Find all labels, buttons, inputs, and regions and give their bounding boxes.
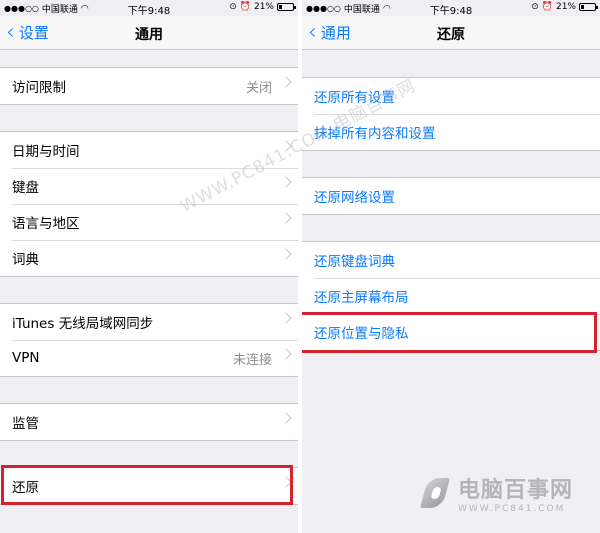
chevron-right-icon (280, 248, 292, 260)
battery-icon (579, 3, 598, 11)
logo-name: 电脑百事网 (458, 478, 574, 503)
row-value: 关闭 (245, 80, 272, 96)
chevron-right-icon (280, 476, 292, 488)
orientation-lock-icon: ⊙ (531, 2, 539, 12)
chevron-right-icon (280, 312, 292, 324)
row-reset-location-privacy[interactable]: 还原位置与隐私 (302, 314, 600, 350)
row-label: iTunes 无线局域网同步 (12, 316, 154, 332)
general-settings-screen: ●●●○○ 中国联通 ◠ 下午9:48 ⊙ ⏰ 21% ‹ 设置 通用 访问限制… (0, 0, 298, 533)
site-logo: 电脑百事网 WWW.PC841.COM (422, 472, 573, 514)
navigation-bar: ‹ 通用 还原 (302, 16, 600, 50)
battery-icon (277, 3, 296, 11)
row-reset-keyboard-dictionary[interactable]: 还原键盘词典 (302, 242, 600, 278)
group-reset: 还原 (0, 467, 298, 505)
orientation-lock-icon: ⊙ (229, 2, 237, 12)
page-title: 还原 (437, 27, 465, 43)
group-restrictions: 访问限制 关闭 (0, 67, 298, 105)
page-title: 通用 (135, 27, 163, 43)
row-label: 还原位置与隐私 (314, 326, 409, 342)
logo-icon (422, 474, 452, 512)
row-label: 监管 (12, 416, 39, 432)
row-label: 词典 (12, 252, 39, 268)
status-bar: ●●●○○ 中国联通 ◠ 下午9:48 ⊙ ⏰ 21% (0, 0, 298, 17)
alarm-icon: ⏰ (541, 2, 553, 12)
group-supervision: 监管 (0, 403, 298, 441)
group-reset-network: 还原网络设置 (302, 177, 600, 215)
row-label: 还原网络设置 (314, 190, 395, 206)
row-reset[interactable]: 还原 (0, 468, 298, 504)
chevron-right-icon (280, 412, 292, 424)
row-label: 还原键盘词典 (314, 254, 395, 270)
row-label: 还原主屏幕布局 (314, 290, 409, 306)
group-reset-other: 还原键盘词典 还原主屏幕布局 还原位置与隐私 (302, 241, 600, 351)
row-label: 访问限制 (12, 80, 66, 96)
row-dictionary[interactable]: 词典 (0, 240, 298, 276)
row-label: 还原 (12, 480, 39, 496)
row-label: VPN (12, 350, 40, 366)
logo-url: WWW.PC841.COM (458, 504, 566, 514)
chevron-right-icon (280, 176, 292, 188)
row-label: 语言与地区 (12, 216, 80, 232)
status-bar: ●●●○○ 中国联通 ◠ 下午9:48 ⊙ ⏰ 21% (302, 0, 600, 17)
row-vpn[interactable]: VPN 未连接 (0, 340, 298, 376)
battery-percent: 21% (555, 2, 576, 12)
row-reset-network-settings[interactable]: 还原网络设置 (302, 178, 600, 214)
chevron-right-icon (280, 212, 292, 224)
chevron-right-icon (280, 76, 292, 88)
row-label: 日期与时间 (12, 144, 80, 160)
row-supervision[interactable]: 监管 (0, 404, 298, 440)
row-itunes-wifi-sync[interactable]: iTunes 无线局域网同步 (0, 304, 298, 340)
battery-percent: 21% (253, 2, 274, 12)
alarm-icon: ⏰ (239, 2, 251, 12)
reset-screen: ●●●○○ 中国联通 ◠ 下午9:48 ⊙ ⏰ 21% ‹ 通用 还原 还原所有… (302, 0, 600, 533)
group-sync-vpn: iTunes 无线局域网同步 VPN 未连接 (0, 303, 298, 377)
row-reset-home-screen-layout[interactable]: 还原主屏幕布局 (302, 278, 600, 314)
chevron-right-icon (280, 348, 292, 360)
row-restrictions[interactable]: 访问限制 关闭 (0, 68, 298, 104)
row-language-region[interactable]: 语言与地区 (0, 204, 298, 240)
navigation-bar: ‹ 设置 通用 (0, 16, 298, 50)
row-label: 键盘 (12, 180, 39, 196)
row-value: 未连接 (232, 352, 272, 368)
